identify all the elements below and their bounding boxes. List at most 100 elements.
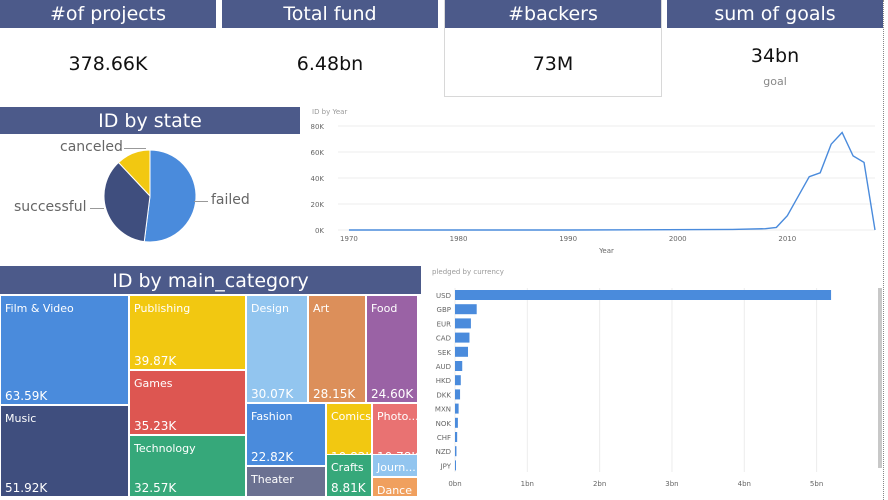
treemap-cell-film-video[interactable]: Film & Video 63.59K [0,295,129,405]
treemap-cell-theater[interactable]: Theater [246,466,326,497]
treemap-cell-value: 24.60K [371,387,414,401]
treemap-cell-crafts[interactable]: Crafts 8.81K [326,454,372,497]
bar-sek[interactable] [455,346,469,357]
bar-usd[interactable] [455,290,832,300]
x-tick-label: 2010 [778,235,796,243]
treemap-cell-music[interactable]: Music 51.92K [0,405,129,497]
treemap-cell-value: 28.15K [313,387,356,401]
category-label: SEK [438,349,452,357]
x-tick-label: 2bn [593,480,606,488]
category-label: AUD [436,363,451,371]
treemap-cell-dance[interactable]: Dance [372,477,418,497]
kpi-goals-sub: goal [763,75,787,88]
treemap-cell-value: 35.23K [134,419,177,433]
x-tick-label: 1970 [340,235,358,243]
kpi-projects-value: 378.66K [68,53,148,75]
x-tick-label: 0bn [448,480,461,488]
category-label: USD [436,292,451,300]
state-section-title: ID by state [0,107,300,134]
currency-chart-title: pledged by currency [432,268,504,276]
category-label: EUR [437,320,452,328]
kpi-fund-value: 6.48bn [296,53,364,75]
series-line[interactable] [348,131,876,231]
treemap-cell-label: Music [5,412,37,425]
kpi-backers-header: #backers [445,0,661,28]
x-tick-label: 1990 [559,235,577,243]
treemap-cell-label: Technology [134,442,196,455]
state-pie-chart [103,149,197,243]
treemap-cell-label: Photo... [377,410,418,423]
bar-cad[interactable] [455,332,470,343]
pie-label-failed: failed [211,192,250,208]
treemap-cell-label: Design [251,302,289,315]
treemap-cell-food[interactable]: Food 24.60K [366,295,418,403]
y-tick-label: 60K [311,149,325,157]
pie-leader-canceled [124,148,146,149]
treemap-cell-value: 63.59K [5,389,48,403]
kpi-goals-value: 34bn [750,45,800,67]
bar-nzd[interactable] [455,446,457,457]
treemap-cell-art[interactable]: Art 28.15K [308,295,366,403]
year-line-chart: 0K 20K 40K 60K 80K 1970 1980 1990 2000 2010 Year [311,123,876,255]
x-tick-label: 1bn [521,480,534,488]
bar-mxn[interactable] [455,403,459,414]
bar-aud[interactable] [455,361,463,371]
x-axis-label: Year [598,247,614,255]
category-treemap: Film & Video 63.59K Music 51.92K Publishing 3… [0,295,418,497]
treemap-cell-label: Dance [377,484,412,497]
y-tick-label: 80K [311,123,325,131]
x-tick-label: 1980 [450,235,468,243]
category-label: JPY [440,462,452,470]
category-label: GBP [437,306,451,314]
treemap-cell-label: Publishing [134,302,191,315]
bar-gbp[interactable] [455,304,477,315]
bar-hkd[interactable] [455,375,461,386]
treemap-cell-technology[interactable]: Technology 32.57K [129,435,246,497]
bar-jpy[interactable] [455,460,456,471]
category-section-title: ID by main_category [0,266,421,294]
dotted-frame-edge [883,0,884,500]
pie-label-successful: successful [14,199,87,215]
y-tick-label: 0K [315,227,324,235]
treemap-cell-label: Journ... [377,461,416,474]
category-label: MXN [435,406,451,414]
category-label: NOK [436,420,452,428]
category-label: DKK [436,391,451,399]
y-tick-label: 40K [311,175,325,183]
kpi-backers-value: 73M [532,53,574,75]
treemap-cell-value: 39.87K [134,354,177,368]
x-tick-label: 3bn [665,480,678,488]
treemap-cell-games[interactable]: Games 35.23K [129,370,246,435]
treemap-cell-label: Games [134,377,173,390]
treemap-cell-label: Art [313,302,330,315]
treemap-cell-value: 8.81K [331,481,366,495]
y-tick-label: 20K [311,201,325,209]
scrollbar[interactable] [878,288,882,468]
treemap-cell-label: Comics [331,410,371,423]
treemap-cell-design[interactable]: Design 30.07K [246,295,308,403]
bar-eur[interactable] [455,318,471,329]
bar-chf[interactable] [455,432,458,442]
currency-bar-chart: 0bn 1bn 2bn 3bn 4bn 5bn USD GBP EUR CAD SEK AUD HKD D… [435,288,832,488]
treemap-cell-label: Film & Video [5,302,74,315]
x-tick-label: 5bn [810,480,823,488]
bar-dkk[interactable] [455,389,461,400]
pie-leader-successful [90,208,104,209]
kpi-fund-header: Total fund [222,0,438,28]
treemap-cell-journ[interactable]: Journ... [372,454,418,477]
category-label: CAD [436,335,451,343]
bar-nok[interactable] [455,417,458,428]
treemap-cell-value: 22.82K [251,450,294,464]
category-label: CHF [437,434,451,442]
treemap-cell-label: Fashion [251,410,293,423]
treemap-cell-label: Crafts [331,461,364,474]
pie-slice-failed[interactable] [143,149,197,243]
treemap-cell-fashion[interactable]: Fashion 22.82K [246,403,326,466]
kpi-goals-header: sum of goals [667,0,883,28]
category-label: HKD [436,377,451,385]
treemap-cell-value: 30.07K [251,387,294,401]
treemap-cell-value: 51.92K [5,481,48,495]
treemap-cell-label: Theater [251,473,294,486]
pie-leader-failed [194,201,208,202]
treemap-cell-publishing[interactable]: Publishing 39.87K [129,295,246,370]
